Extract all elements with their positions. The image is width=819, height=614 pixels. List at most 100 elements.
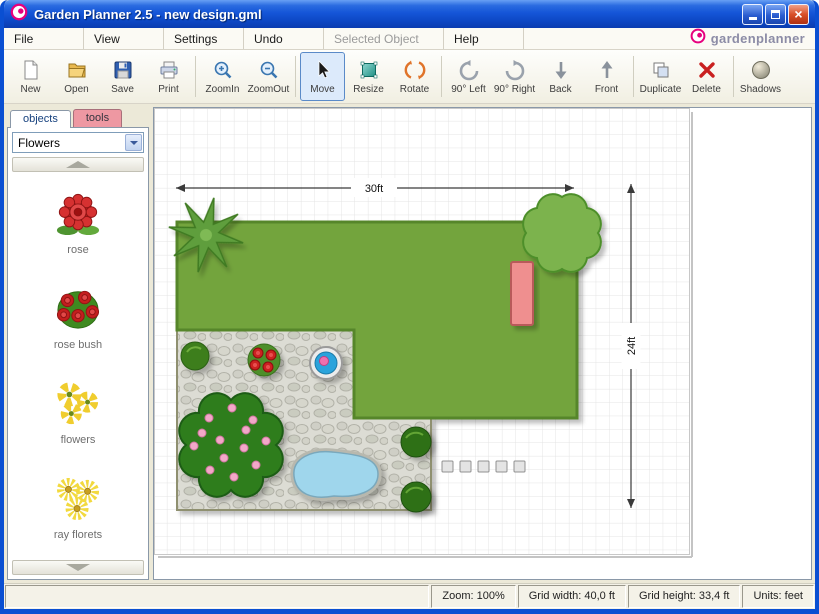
category-dropdown[interactable]: Flowers <box>12 132 144 153</box>
dim-width-label: 30ft <box>365 183 383 195</box>
list-item-rose[interactable]: rose <box>55 192 101 256</box>
rose-cluster[interactable] <box>248 344 280 376</box>
delete-button-label: Delete <box>692 84 721 95</box>
brand: gardenplanner <box>690 28 815 49</box>
status-bar: Zoom: 100% Grid width: 40,0 ft Grid heig… <box>4 583 815 609</box>
duplicate-button[interactable]: Duplicate <box>638 52 683 101</box>
bring-front-label: Front <box>595 84 618 95</box>
round-bush-1[interactable] <box>401 427 431 457</box>
status-spacer <box>5 585 429 608</box>
fountain[interactable] <box>310 347 342 379</box>
resize-handles-icon <box>358 59 380 81</box>
round-bush-2[interactable] <box>401 482 431 512</box>
new-page-icon <box>20 59 42 81</box>
status-zoom: Zoom: 100% <box>431 585 515 608</box>
close-button[interactable]: × <box>788 4 809 25</box>
tab-tools[interactable]: tools <box>73 109 122 127</box>
list-item-rose-bush[interactable]: rose bush <box>54 287 102 351</box>
open-button[interactable]: Open <box>54 52 99 101</box>
menu-undo[interactable]: Undo <box>244 28 324 49</box>
rotate-90-right-button[interactable]: 90° Right <box>492 52 537 101</box>
zoom-out-button-label: ZoomOut <box>248 84 290 95</box>
resize-button[interactable]: Resize <box>346 52 391 101</box>
printer-icon <box>158 59 180 81</box>
print-button-label: Print <box>158 84 179 95</box>
minimize-button[interactable] <box>742 4 763 25</box>
zoom-out-button[interactable]: ZoomOut <box>246 52 291 101</box>
toolbar-separator <box>633 56 634 97</box>
bench[interactable] <box>511 262 533 325</box>
minimize-icon <box>749 17 757 20</box>
gardenplanner-logo-icon <box>690 28 706 49</box>
menu-view[interactable]: View <box>84 28 164 49</box>
rose-bush-icon <box>55 287 101 336</box>
resize-button-label: Resize <box>353 84 384 95</box>
scroll-down-button[interactable] <box>12 560 144 575</box>
open-folder-icon <box>66 59 88 81</box>
design-canvas[interactable]: 30ft 24ft <box>153 107 812 580</box>
item-label: rose <box>67 244 88 256</box>
garden-scene[interactable]: 30ft 24ft <box>154 108 812 578</box>
zoom-in-button[interactable]: ZoomIn <box>200 52 245 101</box>
item-label: ray florets <box>54 529 102 541</box>
tab-objects[interactable]: objects <box>10 110 71 128</box>
status-grid-width: Grid width: 40,0 ft <box>518 585 626 608</box>
menu-file[interactable]: File <box>4 28 84 49</box>
rotate-90-left-button[interactable]: 90° Left <box>446 52 491 101</box>
triangle-down-icon <box>66 564 90 571</box>
status-grid-height: Grid height: 33,4 ft <box>628 585 741 608</box>
zoom-in-icon <box>212 59 234 81</box>
rotate-90-right-label: 90° Right <box>494 84 535 95</box>
rotate-90-left-label: 90° Left <box>451 84 486 95</box>
maximize-icon <box>771 10 780 19</box>
move-button[interactable]: Move <box>300 52 345 101</box>
save-disk-icon <box>112 59 134 81</box>
print-button[interactable]: Print <box>146 52 191 101</box>
ray-florets-icon <box>55 477 101 526</box>
new-button[interactable]: New <box>8 52 53 101</box>
close-icon: × <box>794 7 802 21</box>
duplicate-icon <box>650 59 672 81</box>
new-button-label: New <box>20 84 40 95</box>
open-button-label: Open <box>64 84 88 95</box>
toolbar-separator <box>195 56 196 97</box>
scroll-up-button[interactable] <box>12 157 144 172</box>
delete-button[interactable]: Delete <box>684 52 729 101</box>
save-button[interactable]: Save <box>100 52 145 101</box>
shadows-button[interactable]: Shadows <box>738 52 783 101</box>
save-button-label: Save <box>111 84 134 95</box>
toolbar: New Open Save Print ZoomIn ZoomOut Move <box>4 50 815 104</box>
menu-bar: File View Settings Undo Selected Object … <box>4 28 815 50</box>
bring-front-button[interactable]: Front <box>584 52 629 101</box>
triangle-up-icon <box>66 161 90 168</box>
send-back-label: Back <box>549 84 571 95</box>
rotate-left-icon <box>458 59 480 81</box>
rose-icon <box>55 192 101 241</box>
app-logo-icon <box>10 3 28 26</box>
menu-help[interactable]: Help <box>444 28 524 49</box>
main-area: objects tools Flowers <box>4 104 815 583</box>
small-bush[interactable] <box>181 342 209 370</box>
list-item-ray-florets[interactable]: ray florets <box>54 477 102 541</box>
rotate-button-label: Rotate <box>400 84 429 95</box>
maximize-button[interactable] <box>765 4 786 25</box>
category-dropdown-value: Flowers <box>18 136 60 150</box>
dim-height-label: 24ft <box>626 337 638 355</box>
toolbar-separator <box>295 56 296 97</box>
title-bar[interactable]: Garden Planner 2.5 - new design.gml × <box>4 0 815 28</box>
menu-selected-object: Selected Object <box>324 28 444 49</box>
rotate-arrows-icon <box>404 59 426 81</box>
send-back-button[interactable]: Back <box>538 52 583 101</box>
rotate-button[interactable]: Rotate <box>392 52 437 101</box>
menu-settings[interactable]: Settings <box>164 28 244 49</box>
dropdown-button[interactable] <box>125 134 142 151</box>
arrow-up-icon <box>596 59 618 81</box>
object-list: rose rose bush <box>12 176 144 556</box>
zoom-in-button-label: ZoomIn <box>206 84 240 95</box>
list-item-flowers[interactable]: flowers <box>55 382 101 446</box>
cursor-arrow-icon <box>312 59 334 81</box>
status-units: Units: feet <box>742 585 814 608</box>
move-button-label: Move <box>310 84 334 95</box>
sidebar-tabs: objects tools <box>7 107 149 127</box>
pool[interactable] <box>294 452 378 497</box>
